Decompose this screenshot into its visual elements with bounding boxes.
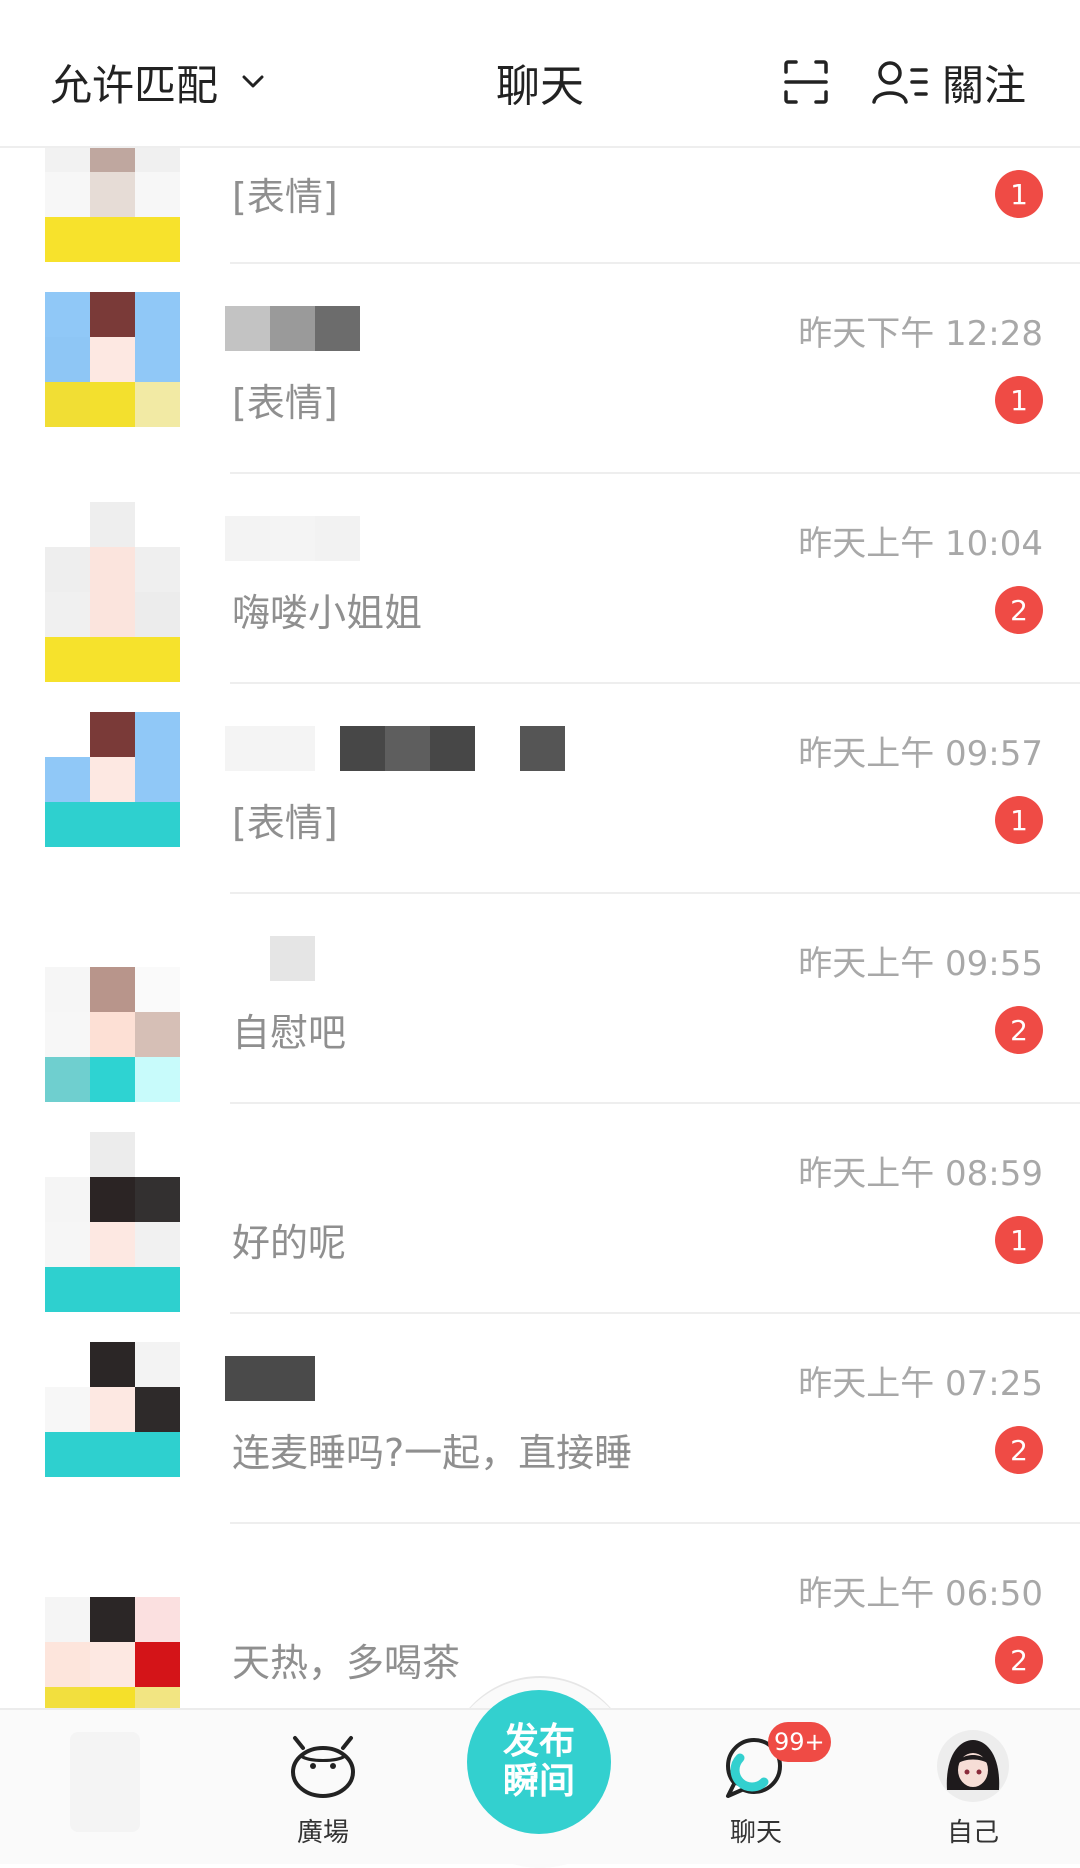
chat-row[interactable]: 昨天上午 09:57 [表情] 1: [0, 684, 1080, 894]
chat-list: [表情] 1 昨天下午 12:28 [表情] 1 昨天上午 10:04 嗨喽小姐…: [0, 146, 1080, 1708]
top-bar: 允许匹配 聊天 關注: [0, 0, 1080, 148]
chat-row[interactable]: [表情] 1: [0, 146, 1080, 264]
chat-row[interactable]: 昨天上午 08:59 好的呢 1: [0, 1104, 1080, 1314]
unread-badge: 1: [995, 1216, 1043, 1264]
avatar: [45, 1342, 180, 1522]
nav-square-label: 廣場: [296, 1818, 349, 1848]
chat-time: 昨天下午 12:28: [798, 314, 1043, 354]
unread-badge: 1: [995, 796, 1043, 844]
chat-preview: 嗨喽小姐姐: [232, 591, 423, 635]
chat-preview: 连麦睡吗?一起，直接睡: [232, 1431, 633, 1475]
avatar: [45, 502, 180, 682]
chat-time: 昨天上午 08:59: [798, 1154, 1043, 1194]
avatar: [45, 1132, 180, 1312]
chat-time: 昨天上午 07:25: [798, 1364, 1043, 1404]
avatar: [45, 146, 180, 262]
contact-name-blurred: [225, 516, 360, 561]
chat-row[interactable]: 昨天上午 09:55 自慰吧 2: [0, 894, 1080, 1104]
contact-name-blurred: [225, 726, 565, 771]
chat-time: 昨天上午 09:57: [798, 734, 1043, 774]
chat-unread-badge: 99+: [768, 1722, 831, 1762]
publish-moment-button[interactable]: 发布 瞬间: [467, 1690, 611, 1834]
unread-badge: 2: [995, 1426, 1043, 1474]
nav-me[interactable]: 自己: [903, 1718, 1043, 1858]
follow-label: 關注: [942, 60, 1027, 110]
match-filter-dropdown[interactable]: 允许匹配: [50, 52, 270, 112]
chevron-down-icon: [242, 75, 264, 88]
nav-square[interactable]: 廣場: [253, 1718, 393, 1858]
avatar: [937, 1730, 1009, 1802]
unread-badge: 2: [995, 1006, 1043, 1054]
unread-badge: 1: [995, 376, 1043, 424]
chat-preview: [表情]: [232, 175, 338, 219]
follow-button[interactable]: 關注: [872, 52, 1026, 112]
avatar: [45, 712, 180, 892]
chat-preview: 自慰吧: [232, 1011, 347, 1055]
contact-name-blurred: [225, 306, 360, 351]
contact-name-blurred: [225, 1356, 315, 1401]
chat-time: 昨天上午 06:50: [798, 1574, 1043, 1614]
chat-row[interactable]: 昨天上午 07:25 连麦睡吗?一起，直接睡 2: [0, 1314, 1080, 1524]
publish-label-line2: 瞬间: [502, 1761, 575, 1802]
planet-face-icon: [291, 1736, 355, 1798]
unread-badge: 1: [995, 170, 1043, 218]
unread-badge: 2: [995, 586, 1043, 634]
chat-preview: [表情]: [232, 801, 338, 845]
chat-row[interactable]: 昨天下午 12:28 [表情] 1: [0, 264, 1080, 474]
nav-me-label: 自己: [946, 1818, 999, 1848]
chat-preview: [表情]: [232, 381, 338, 425]
page-title: 聊天: [496, 61, 584, 112]
scan-icon[interactable]: [782, 58, 830, 106]
nav-chat-label: 聊天: [729, 1818, 782, 1848]
match-filter-label: 允许匹配: [50, 60, 219, 110]
avatar: [45, 922, 180, 1102]
avatar: [45, 292, 180, 472]
follow-list-icon: [872, 61, 928, 104]
chat-preview: 天热，多喝茶: [232, 1641, 461, 1685]
chat-time: 昨天上午 09:55: [798, 944, 1043, 984]
publish-label-line1: 发布: [502, 1721, 575, 1762]
chat-preview: 好的呢: [232, 1221, 347, 1265]
unread-badge: 2: [995, 1636, 1043, 1684]
chat-row[interactable]: 昨天上午 10:04 嗨喽小姐姐 2: [0, 474, 1080, 684]
chat-time: 昨天上午 10:04: [798, 524, 1043, 564]
contact-name-blurred: [225, 936, 315, 981]
avatar: [45, 1552, 180, 1708]
nav-ghost-item: [70, 1732, 140, 1832]
nav-chat[interactable]: 99+ 聊天: [686, 1718, 831, 1858]
